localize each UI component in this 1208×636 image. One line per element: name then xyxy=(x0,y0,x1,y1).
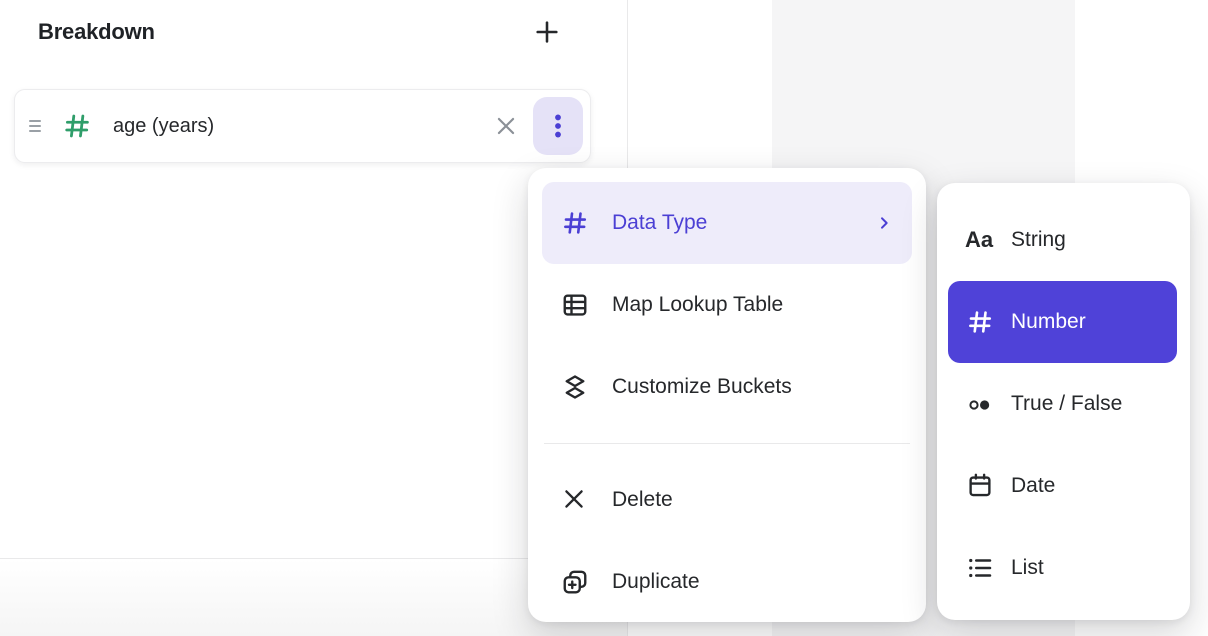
menu-item-label: Data Type xyxy=(612,211,876,235)
menu-item-delete[interactable]: Delete xyxy=(542,459,912,541)
menu-divider xyxy=(544,443,910,444)
hash-number-icon xyxy=(61,110,93,142)
page-title: Breakdown xyxy=(38,19,155,45)
stacked-layers-icon xyxy=(560,372,590,402)
breakdown-field-row[interactable]: age (years) xyxy=(14,89,591,163)
menu-item-map-lookup-table[interactable]: Map Lookup Table xyxy=(542,264,912,346)
menu-item-label: Map Lookup Table xyxy=(612,293,892,317)
submenu-item-true-false[interactable]: True / False xyxy=(948,363,1177,445)
add-breakdown-button[interactable] xyxy=(531,16,563,48)
submenu-item-date[interactable]: Date xyxy=(948,445,1177,527)
data-type-submenu: Aa String Number True / False xyxy=(937,183,1190,620)
boolean-circles-icon xyxy=(965,389,999,419)
plus-icon xyxy=(533,18,561,46)
kebab-vertical-dots-icon xyxy=(545,111,571,141)
submenu-item-label: True / False xyxy=(1011,392,1122,416)
breakdown-panel-screen: Breakdown age (years) xyxy=(0,0,1208,636)
submenu-item-label: Number xyxy=(1011,310,1086,334)
field-name-label: age (years) xyxy=(113,115,489,138)
chevron-right-icon xyxy=(876,215,892,231)
submenu-item-number[interactable]: Number xyxy=(948,281,1177,363)
submenu-item-list[interactable]: List xyxy=(948,527,1177,609)
submenu-item-label: Date xyxy=(1011,474,1055,498)
menu-item-data-type[interactable]: Data Type xyxy=(542,182,912,264)
field-context-menu: Data Type Map Lookup Table xyxy=(528,168,926,622)
menu-item-customize-buckets[interactable]: Customize Buckets xyxy=(542,346,912,428)
drag-handle-icon[interactable] xyxy=(29,114,47,138)
duplicate-copy-plus-icon xyxy=(560,567,590,597)
bulleted-list-icon xyxy=(965,553,999,583)
table-grid-icon xyxy=(560,290,590,320)
submenu-item-label: List xyxy=(1011,556,1044,580)
hash-number-icon xyxy=(965,307,999,337)
hash-number-icon xyxy=(560,208,590,238)
field-menu-button[interactable] xyxy=(533,97,583,155)
calendar-icon xyxy=(965,471,999,501)
x-icon xyxy=(560,485,590,515)
menu-item-label: Customize Buckets xyxy=(612,375,892,399)
submenu-item-string[interactable]: Aa String xyxy=(948,199,1177,281)
menu-item-duplicate[interactable]: Duplicate xyxy=(542,541,912,623)
menu-item-label: Delete xyxy=(612,488,892,512)
remove-field-button[interactable] xyxy=(489,109,523,143)
close-x-icon xyxy=(493,113,519,139)
submenu-item-label: String xyxy=(1011,228,1066,252)
Aa-text-icon: Aa xyxy=(965,225,999,255)
menu-item-label: Duplicate xyxy=(612,570,892,594)
